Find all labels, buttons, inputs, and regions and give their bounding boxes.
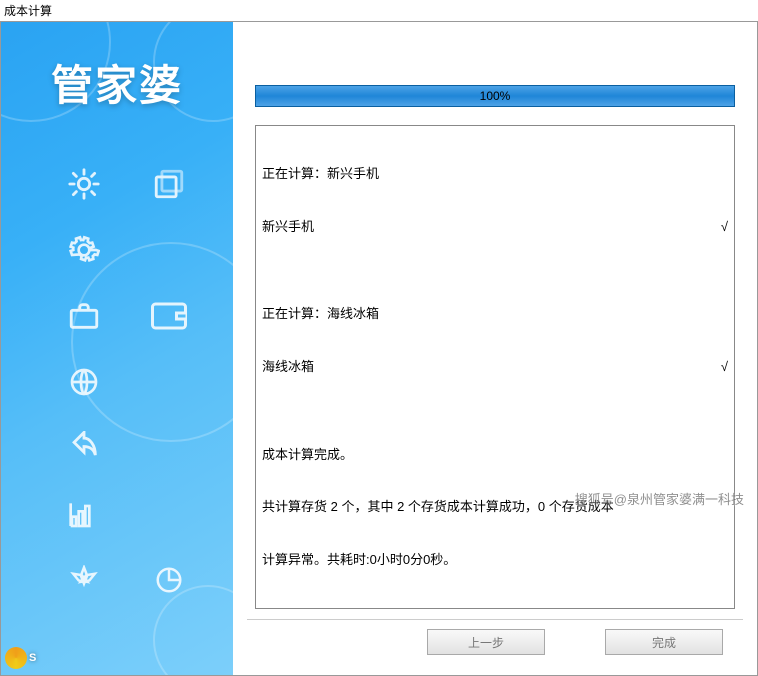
files-icon xyxy=(126,160,211,208)
gear-icon xyxy=(41,226,126,274)
brand-logo: 管家婆 xyxy=(1,52,233,113)
chart-icon xyxy=(41,490,126,538)
globe-icon xyxy=(41,358,126,406)
undo-icon xyxy=(41,424,126,472)
progress-bar: 100% xyxy=(255,85,735,107)
button-bar: 上一步 完成 xyxy=(247,619,743,665)
star-icon xyxy=(41,556,126,604)
progress-fill: 100% xyxy=(256,86,734,106)
finish-button[interactable]: 完成 xyxy=(605,629,723,655)
main-panel: 100% 正在计算：新兴手机 新兴手机√ 正在计算：海线冰箱 海线冰箱√ 成本计… xyxy=(233,22,757,675)
prev-button[interactable]: 上一步 xyxy=(427,629,545,655)
briefcase-icon xyxy=(41,292,126,340)
progress-label: 100% xyxy=(480,89,511,103)
log-output: 正在计算：新兴手机 新兴手机√ 正在计算：海线冰箱 海线冰箱√ 成本计算完成。 … xyxy=(255,125,735,609)
content: 管家婆 S 100% xyxy=(0,21,758,676)
sun-icon xyxy=(41,160,126,208)
window-title: 成本计算 xyxy=(0,0,758,21)
wallet-icon xyxy=(126,292,211,340)
sidebar-icons xyxy=(41,160,211,604)
pie-icon xyxy=(126,556,211,604)
sidebar: 管家婆 S xyxy=(1,22,233,675)
